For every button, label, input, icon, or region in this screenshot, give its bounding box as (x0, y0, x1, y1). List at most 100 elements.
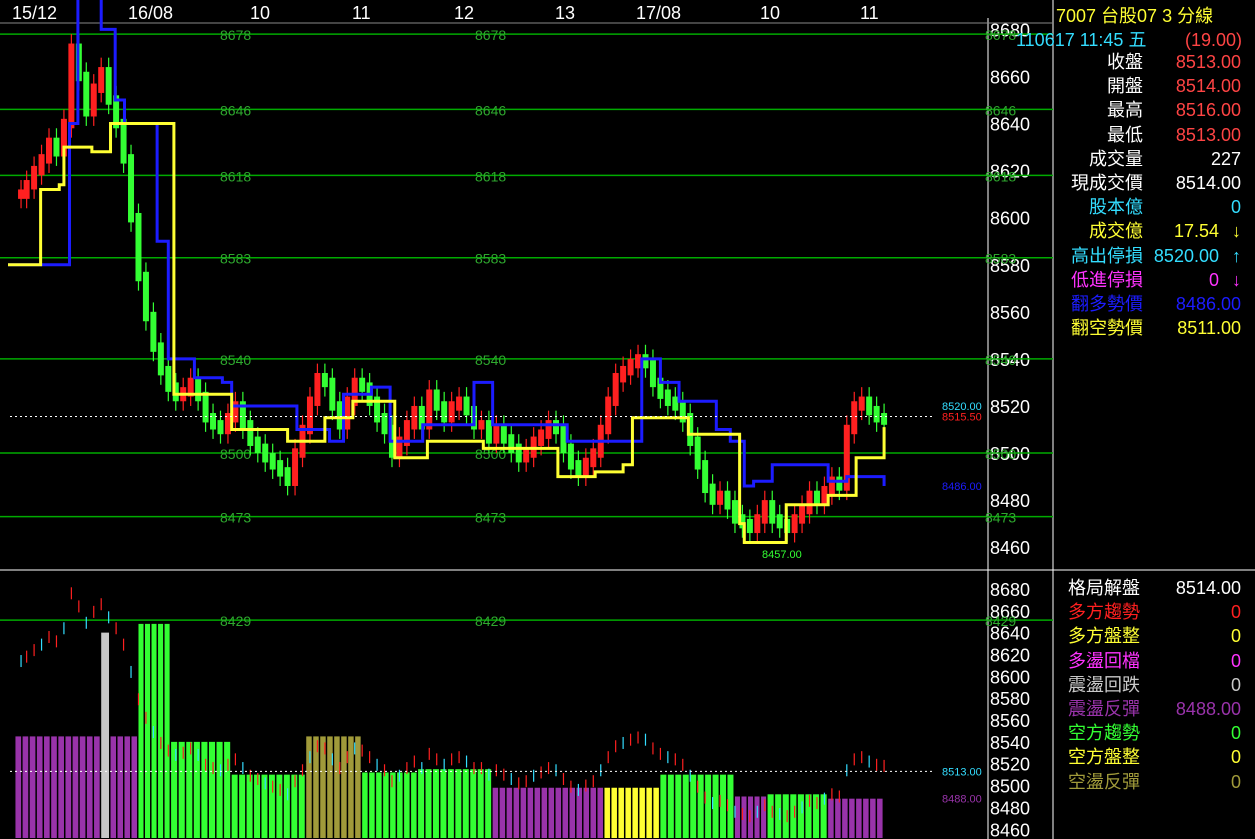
pattern-bar (334, 736, 340, 838)
pattern-bar (842, 798, 848, 838)
pattern-bar (697, 774, 704, 838)
pattern-bar (611, 787, 617, 838)
price-axis-tick: 8520 (990, 397, 1030, 417)
reference-level-label: 8500 (985, 446, 1016, 462)
pattern-bar (261, 774, 268, 838)
time-axis-label: 11 (352, 3, 371, 23)
price-bar (46, 137, 53, 164)
pattern-bar (805, 794, 812, 838)
price-bar (873, 405, 880, 423)
price-bar (858, 396, 865, 411)
pattern-bar (813, 794, 820, 838)
price-bar (635, 354, 642, 369)
price-axis-tick: 8460 (990, 538, 1030, 558)
pattern-bar (216, 741, 223, 838)
reference-level-label: 8473 (220, 510, 251, 526)
pattern-bar (94, 736, 100, 838)
price-bar (38, 154, 45, 176)
price-bar (508, 434, 515, 454)
pattern-bar (138, 623, 144, 838)
pattern-bar (418, 769, 425, 838)
quote-value: 227 (1210, 148, 1241, 169)
pattern-bar (254, 774, 261, 838)
pattern-bar (734, 796, 740, 838)
quote-value: 0 (1208, 269, 1219, 290)
price-bar (210, 413, 217, 430)
price-bar (53, 137, 60, 157)
reference-level-label: 8678 (985, 27, 1016, 43)
price-bar (881, 413, 888, 425)
quote-row: 成交億 17.54 ↓ (1056, 219, 1253, 243)
reference-level-label: 8429 (985, 613, 1016, 629)
price-bar (709, 483, 716, 505)
pattern_panel-row: 空方盤整 0 (1056, 745, 1253, 769)
pattern-bar (548, 787, 555, 838)
pattern-bar (604, 787, 610, 838)
price-bar (98, 67, 105, 93)
price-bar (284, 467, 291, 486)
pattern-bar (835, 798, 841, 838)
quote-row: 最低 8513.00 (1056, 123, 1253, 147)
pattern_panel-row: 震盪反彈 8488.00 (1056, 697, 1253, 721)
pattern-bar (863, 798, 869, 838)
pattern-bar (682, 774, 689, 838)
pattern_panel-row: 多方盤整 0 (1056, 624, 1253, 648)
price-marker-label: 8486.00 (942, 481, 982, 493)
price-bar (411, 405, 418, 430)
pattern-bar (369, 772, 375, 838)
quote-label: 現成交價 (1071, 173, 1143, 193)
price-bar (90, 83, 97, 117)
price-bar (836, 476, 843, 491)
pattern_panel-value: 0 (1230, 650, 1241, 671)
quote-label: 翻多勢價 (1071, 294, 1143, 314)
price-bar (448, 401, 455, 423)
pattern-bar (639, 787, 645, 838)
time-axis-label: 10 (250, 3, 270, 23)
price-bar (553, 420, 560, 435)
price-bar (567, 443, 574, 470)
price-bar (612, 373, 619, 406)
price-bar (247, 420, 254, 446)
price-bar (717, 490, 724, 505)
pattern-bar (534, 787, 541, 838)
pattern-bar (748, 796, 754, 838)
pattern-bar (675, 774, 682, 838)
pattern-bar (208, 741, 216, 838)
pattern_panel-value: 0 (1230, 602, 1241, 623)
quote-value: 8516.00 (1175, 100, 1241, 121)
pattern-bar (283, 774, 290, 838)
quote-label: 股本億 (1089, 197, 1143, 218)
price-bar (649, 358, 656, 388)
pattern_panel-value: 0 (1230, 626, 1241, 647)
price-bar (463, 396, 470, 416)
pattern-bar (790, 794, 797, 838)
symbol-title: 7007 台股07 3 分線 (1056, 6, 1214, 26)
price-bar (575, 460, 582, 477)
pattern-bar (44, 736, 50, 838)
pattern-bar (404, 772, 410, 838)
price-bar (314, 373, 321, 406)
quote-value: 8511.00 (1177, 318, 1241, 339)
reference-level-label: 8618 (985, 168, 1016, 184)
pattern_panel-row: 多方趨勢 0 (1056, 600, 1253, 624)
pattern-bar (727, 774, 734, 838)
pattern-bar (632, 787, 638, 838)
pattern_panel-label: 震盪回跌 (1068, 674, 1140, 695)
pattern-axis-tick: 8480 (990, 798, 1030, 818)
pattern-band-label: 8488.00 (942, 794, 982, 806)
reference-level-label: 8429 (220, 613, 251, 629)
pattern-axis-tick: 8600 (990, 667, 1030, 687)
price-bar (135, 212, 142, 282)
time-axis-label: 15/12 (12, 3, 57, 23)
time-axis-label: 12 (454, 3, 474, 23)
pattern_panel-row: 空盪反彈 0 (1056, 770, 1253, 794)
price-bar (791, 514, 798, 534)
pattern-bar (667, 774, 674, 838)
price-bar (799, 504, 806, 524)
quote-label: 成交量 (1089, 148, 1143, 169)
pattern-bar (440, 769, 447, 838)
pattern-bar (660, 774, 667, 838)
price-bar (851, 401, 858, 435)
pattern-bar (390, 772, 396, 838)
pattern-axis-tick: 8680 (990, 580, 1030, 600)
